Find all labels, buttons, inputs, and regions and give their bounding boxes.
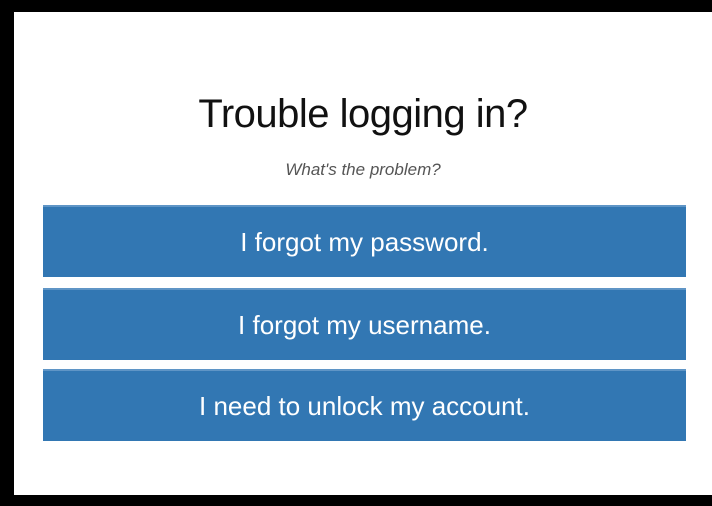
trouble-login-panel: Trouble logging in? What's the problem? … xyxy=(14,12,712,495)
page-title: Trouble logging in? xyxy=(198,92,528,136)
forgot-username-button[interactable]: I forgot my username. xyxy=(43,288,686,360)
screenshot-frame: Trouble logging in? What's the problem? … xyxy=(0,0,712,506)
unlock-account-button[interactable]: I need to unlock my account. xyxy=(43,369,686,441)
page-subtitle: What's the problem? xyxy=(285,160,441,179)
forgot-password-button[interactable]: I forgot my password. xyxy=(43,205,686,277)
